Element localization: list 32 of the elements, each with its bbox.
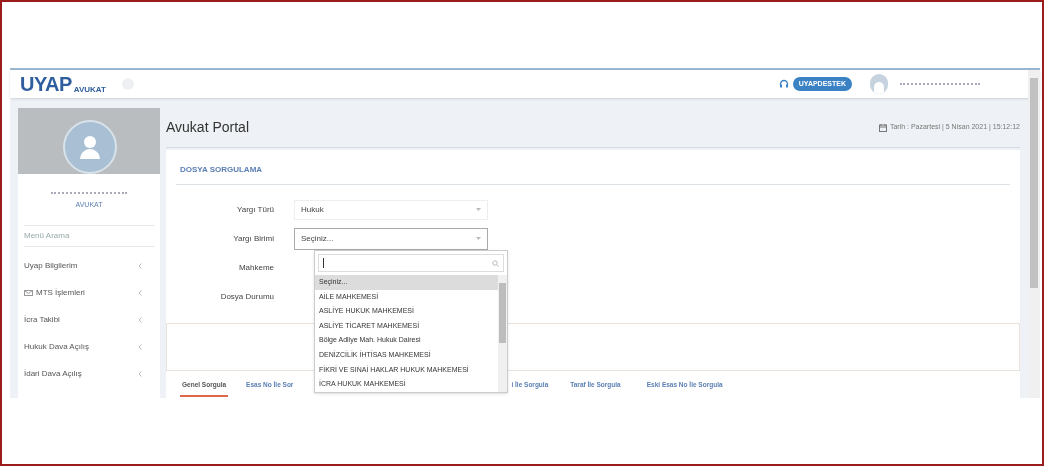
dropdown-scrollbar[interactable] bbox=[498, 275, 507, 392]
field-label: Mahkeme bbox=[237, 261, 275, 274]
select-field[interactable]: Hukuk bbox=[294, 199, 488, 220]
field-label: Yargı Türü bbox=[235, 203, 275, 216]
logo-text: UYAP bbox=[20, 74, 72, 94]
search-icon bbox=[492, 259, 499, 267]
section-title: DOSYA SORGULAMA bbox=[180, 164, 264, 176]
chevron-icon bbox=[138, 290, 142, 296]
chevron-icon bbox=[138, 371, 142, 377]
user-avatar-icon[interactable] bbox=[870, 74, 888, 94]
headset-icon bbox=[778, 79, 789, 89]
chevron-icon bbox=[138, 344, 142, 350]
sidebar-item[interactable]: Hukuk Dava Açılış bbox=[18, 333, 160, 361]
scrollbar[interactable] bbox=[1028, 70, 1040, 398]
field-label: Dosya Durumu bbox=[219, 290, 275, 303]
menu-search-field[interactable]: Menü Arama bbox=[24, 225, 154, 246]
avatar-icon bbox=[63, 120, 117, 174]
field-label: Yargı Birimi bbox=[232, 232, 275, 245]
chevron-icon bbox=[138, 317, 142, 323]
caret-icon bbox=[476, 237, 481, 240]
caret-icon bbox=[476, 208, 481, 211]
chevron-icon bbox=[138, 263, 142, 269]
calendar-icon bbox=[878, 123, 887, 132]
page-title: Avukat Portal bbox=[166, 118, 249, 137]
sidebar-item[interactable]: MTS İşlemleri bbox=[18, 279, 160, 307]
select-field[interactable]: Seçiniz... bbox=[294, 227, 488, 250]
logo-subtext: AVUKAT bbox=[73, 86, 106, 94]
envelope-icon bbox=[24, 290, 33, 296]
sidebar-item[interactable]: Uyap Bilgilerim bbox=[18, 252, 160, 280]
sidebar-item[interactable]: İdari Dava Açılış bbox=[18, 360, 160, 388]
sidebar-item[interactable]: İcra Takibi bbox=[18, 306, 160, 334]
dropdown-search-field[interactable] bbox=[318, 254, 504, 272]
